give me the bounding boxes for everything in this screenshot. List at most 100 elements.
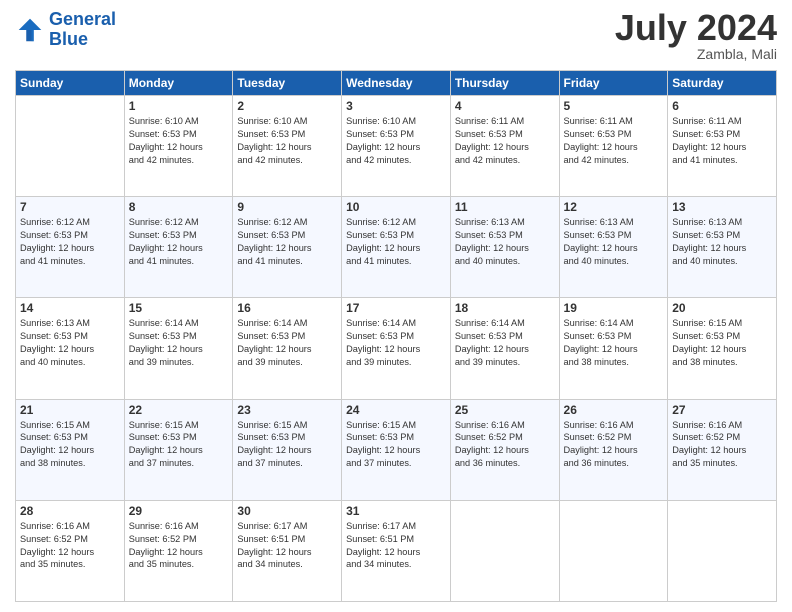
- logo-line2: Blue: [49, 29, 88, 49]
- day-number: 3: [346, 99, 446, 113]
- day-number: 17: [346, 301, 446, 315]
- day-number: 26: [564, 403, 664, 417]
- day-number: 14: [20, 301, 120, 315]
- day-info: Sunrise: 6:13 AM Sunset: 6:53 PM Dayligh…: [672, 216, 772, 268]
- day-info: Sunrise: 6:12 AM Sunset: 6:53 PM Dayligh…: [346, 216, 446, 268]
- day-number: 23: [237, 403, 337, 417]
- calendar-cell: 13 Sunrise: 6:13 AM Sunset: 6:53 PM Dayli…: [668, 197, 777, 298]
- calendar-cell: [559, 500, 668, 601]
- day-info: Sunrise: 6:14 AM Sunset: 6:53 PM Dayligh…: [455, 317, 555, 369]
- day-info: Sunrise: 6:15 AM Sunset: 6:53 PM Dayligh…: [237, 419, 337, 471]
- calendar-cell: 25 Sunrise: 6:16 AM Sunset: 6:52 PM Dayli…: [450, 399, 559, 500]
- calendar-cell: 9 Sunrise: 6:12 AM Sunset: 6:53 PM Daylig…: [233, 197, 342, 298]
- day-info: Sunrise: 6:14 AM Sunset: 6:53 PM Dayligh…: [346, 317, 446, 369]
- day-info: Sunrise: 6:17 AM Sunset: 6:51 PM Dayligh…: [237, 520, 337, 572]
- calendar: Sunday Monday Tuesday Wednesday Thursday…: [15, 70, 777, 602]
- day-number: 5: [564, 99, 664, 113]
- page: General Blue July 2024 Zambla, Mali Sund…: [0, 0, 792, 612]
- calendar-cell: 18Sunrise: 6:14 AM Sunset: 6:53 PM Dayli…: [450, 298, 559, 399]
- day-info: Sunrise: 6:13 AM Sunset: 6:53 PM Dayligh…: [455, 216, 555, 268]
- col-wednesday: Wednesday: [342, 71, 451, 96]
- day-info: Sunrise: 6:10 AM Sunset: 6:53 PM Dayligh…: [346, 115, 446, 167]
- day-info: Sunrise: 6:14 AM Sunset: 6:53 PM Dayligh…: [129, 317, 229, 369]
- header-row: Sunday Monday Tuesday Wednesday Thursday…: [16, 71, 777, 96]
- calendar-cell: 27Sunrise: 6:16 AM Sunset: 6:52 PM Dayli…: [668, 399, 777, 500]
- day-number: 8: [129, 200, 229, 214]
- calendar-cell: 8 Sunrise: 6:12 AM Sunset: 6:53 PM Daylig…: [124, 197, 233, 298]
- day-info: Sunrise: 6:13 AM Sunset: 6:53 PM Dayligh…: [564, 216, 664, 268]
- calendar-week-2: 7 Sunrise: 6:12 AM Sunset: 6:53 PM Daylig…: [16, 197, 777, 298]
- calendar-header: Sunday Monday Tuesday Wednesday Thursday…: [16, 71, 777, 96]
- day-info: Sunrise: 6:10 AM Sunset: 6:53 PM Dayligh…: [237, 115, 337, 167]
- calendar-cell: 30 Sunrise: 6:17 AM Sunset: 6:51 PM Dayli…: [233, 500, 342, 601]
- day-number: 28: [20, 504, 120, 518]
- day-number: 4: [455, 99, 555, 113]
- col-sunday: Sunday: [16, 71, 125, 96]
- day-info: Sunrise: 6:11 AM Sunset: 6:53 PM Dayligh…: [564, 115, 664, 167]
- calendar-cell: 26Sunrise: 6:16 AM Sunset: 6:52 PM Dayli…: [559, 399, 668, 500]
- calendar-body: 1Sunrise: 6:10 AM Sunset: 6:53 PM Daylig…: [16, 96, 777, 602]
- day-info: Sunrise: 6:10 AM Sunset: 6:53 PM Dayligh…: [129, 115, 229, 167]
- day-info: Sunrise: 6:13 AM Sunset: 6:53 PM Dayligh…: [20, 317, 120, 369]
- calendar-cell: 11 Sunrise: 6:13 AM Sunset: 6:53 PM Dayli…: [450, 197, 559, 298]
- calendar-cell: 1Sunrise: 6:10 AM Sunset: 6:53 PM Daylig…: [124, 96, 233, 197]
- logo-text: General Blue: [49, 10, 116, 50]
- calendar-week-1: 1Sunrise: 6:10 AM Sunset: 6:53 PM Daylig…: [16, 96, 777, 197]
- day-info: Sunrise: 6:12 AM Sunset: 6:53 PM Dayligh…: [20, 216, 120, 268]
- calendar-cell: 20 Sunrise: 6:15 AM Sunset: 6:53 PM Dayli…: [668, 298, 777, 399]
- day-number: 20: [672, 301, 772, 315]
- day-info: Sunrise: 6:14 AM Sunset: 6:53 PM Dayligh…: [237, 317, 337, 369]
- day-number: 31: [346, 504, 446, 518]
- calendar-cell: [668, 500, 777, 601]
- title-block: July 2024 Zambla, Mali: [615, 10, 777, 62]
- day-info: Sunrise: 6:16 AM Sunset: 6:52 PM Dayligh…: [672, 419, 772, 471]
- calendar-cell: 3 Sunrise: 6:10 AM Sunset: 6:53 PM Daylig…: [342, 96, 451, 197]
- day-info: Sunrise: 6:12 AM Sunset: 6:53 PM Dayligh…: [237, 216, 337, 268]
- calendar-cell: 29Sunrise: 6:16 AM Sunset: 6:52 PM Dayli…: [124, 500, 233, 601]
- day-number: 10: [346, 200, 446, 214]
- day-info: Sunrise: 6:12 AM Sunset: 6:53 PM Dayligh…: [129, 216, 229, 268]
- day-number: 22: [129, 403, 229, 417]
- calendar-cell: 31Sunrise: 6:17 AM Sunset: 6:51 PM Dayli…: [342, 500, 451, 601]
- calendar-cell: 23 Sunrise: 6:15 AM Sunset: 6:53 PM Dayli…: [233, 399, 342, 500]
- calendar-cell: 15 Sunrise: 6:14 AM Sunset: 6:53 PM Dayli…: [124, 298, 233, 399]
- day-number: 2: [237, 99, 337, 113]
- day-info: Sunrise: 6:15 AM Sunset: 6:53 PM Dayligh…: [346, 419, 446, 471]
- calendar-week-5: 28 Sunrise: 6:16 AM Sunset: 6:52 PM Dayli…: [16, 500, 777, 601]
- calendar-cell: 22 Sunrise: 6:15 AM Sunset: 6:53 PM Dayli…: [124, 399, 233, 500]
- day-number: 7: [20, 200, 120, 214]
- day-info: Sunrise: 6:15 AM Sunset: 6:53 PM Dayligh…: [129, 419, 229, 471]
- calendar-cell: 21Sunrise: 6:15 AM Sunset: 6:53 PM Dayli…: [16, 399, 125, 500]
- day-info: Sunrise: 6:16 AM Sunset: 6:52 PM Dayligh…: [455, 419, 555, 471]
- day-number: 21: [20, 403, 120, 417]
- calendar-cell: 17 Sunrise: 6:14 AM Sunset: 6:53 PM Dayli…: [342, 298, 451, 399]
- col-saturday: Saturday: [668, 71, 777, 96]
- calendar-cell: 16 Sunrise: 6:14 AM Sunset: 6:53 PM Dayli…: [233, 298, 342, 399]
- logo: General Blue: [15, 10, 116, 50]
- calendar-cell: 6Sunrise: 6:11 AM Sunset: 6:53 PM Daylig…: [668, 96, 777, 197]
- day-number: 13: [672, 200, 772, 214]
- location: Zambla, Mali: [615, 46, 777, 62]
- calendar-cell: 5 Sunrise: 6:11 AM Sunset: 6:53 PM Daylig…: [559, 96, 668, 197]
- day-number: 30: [237, 504, 337, 518]
- calendar-cell: [450, 500, 559, 601]
- day-number: 9: [237, 200, 337, 214]
- col-thursday: Thursday: [450, 71, 559, 96]
- calendar-cell: 7 Sunrise: 6:12 AM Sunset: 6:53 PM Daylig…: [16, 197, 125, 298]
- calendar-cell: 10 Sunrise: 6:12 AM Sunset: 6:53 PM Dayli…: [342, 197, 451, 298]
- calendar-cell: 24Sunrise: 6:15 AM Sunset: 6:53 PM Dayli…: [342, 399, 451, 500]
- day-info: Sunrise: 6:14 AM Sunset: 6:53 PM Dayligh…: [564, 317, 664, 369]
- calendar-cell: 2 Sunrise: 6:10 AM Sunset: 6:53 PM Daylig…: [233, 96, 342, 197]
- calendar-cell: [16, 96, 125, 197]
- calendar-cell: 19 Sunrise: 6:14 AM Sunset: 6:53 PM Dayli…: [559, 298, 668, 399]
- day-info: Sunrise: 6:16 AM Sunset: 6:52 PM Dayligh…: [20, 520, 120, 572]
- day-info: Sunrise: 6:15 AM Sunset: 6:53 PM Dayligh…: [672, 317, 772, 369]
- calendar-cell: 4Sunrise: 6:11 AM Sunset: 6:53 PM Daylig…: [450, 96, 559, 197]
- calendar-cell: 12Sunrise: 6:13 AM Sunset: 6:53 PM Dayli…: [559, 197, 668, 298]
- day-number: 16: [237, 301, 337, 315]
- day-number: 15: [129, 301, 229, 315]
- day-number: 25: [455, 403, 555, 417]
- day-number: 11: [455, 200, 555, 214]
- calendar-cell: 14 Sunrise: 6:13 AM Sunset: 6:53 PM Dayli…: [16, 298, 125, 399]
- day-number: 19: [564, 301, 664, 315]
